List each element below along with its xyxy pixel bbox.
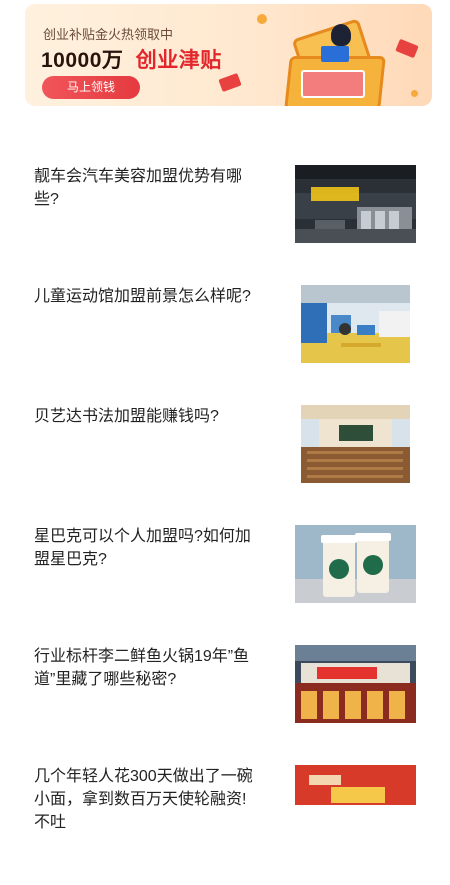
article-item[interactable]: 星巴克可以个人加盟吗?如何加盟星巴克? <box>0 525 450 645</box>
cash-stack-shape <box>301 70 365 98</box>
banner-headline: 10000万 创业津贴 <box>41 44 222 74</box>
article-thumbnail[interactable] <box>301 405 410 483</box>
article-thumbnail[interactable] <box>295 525 416 603</box>
subsidy-banner[interactable]: 创业补贴金火热领取中 10000万 创业津贴 马上领钱 <box>25 4 432 106</box>
article-title[interactable]: 星巴克可以个人加盟吗?如何加盟星巴克? <box>34 525 259 571</box>
red-envelope-icon <box>218 72 242 93</box>
banner-subtitle: 创业补贴金火热领取中 <box>43 27 174 42</box>
banner-amount: 10000万 <box>41 49 124 72</box>
article-item[interactable]: 贝艺达书法加盟能赚钱吗? <box>0 405 450 525</box>
coin-icon <box>411 90 418 97</box>
article-title[interactable]: 行业标杆李二鲜鱼火锅19年”鱼道”里藏了哪些秘密? <box>34 645 259 691</box>
coin-icon <box>257 14 267 24</box>
article-title[interactable]: 贝艺达书法加盟能赚钱吗? <box>34 405 259 428</box>
claim-money-button[interactable]: 马上领钱 <box>42 76 140 99</box>
article-title[interactable]: 靓车会汽车美容加盟优势有哪些? <box>34 165 259 211</box>
article-item[interactable]: 几个年轻人花300天做出了一碗小面，拿到数百万天使轮融资!不吐 <box>0 765 450 885</box>
article-item[interactable]: 儿童运动馆加盟前景怎么样呢? <box>0 285 450 405</box>
article-item[interactable]: 行业标杆李二鲜鱼火锅19年”鱼道”里藏了哪些秘密? <box>0 645 450 765</box>
red-envelope-icon <box>395 38 419 59</box>
laptop-shape <box>321 46 349 62</box>
article-thumbnail[interactable] <box>295 165 416 243</box>
treasure-chest-illustration <box>261 18 386 106</box>
article-thumbnail[interactable] <box>301 285 410 363</box>
banner-headline-text: 创业津贴 <box>135 49 222 72</box>
article-title[interactable]: 儿童运动馆加盟前景怎么样呢? <box>34 285 259 308</box>
person-icon <box>331 24 351 46</box>
article-item[interactable]: 靓车会汽车美容加盟优势有哪些? <box>0 165 450 285</box>
article-thumbnail[interactable] <box>295 765 416 805</box>
article-thumbnail[interactable] <box>295 645 416 723</box>
